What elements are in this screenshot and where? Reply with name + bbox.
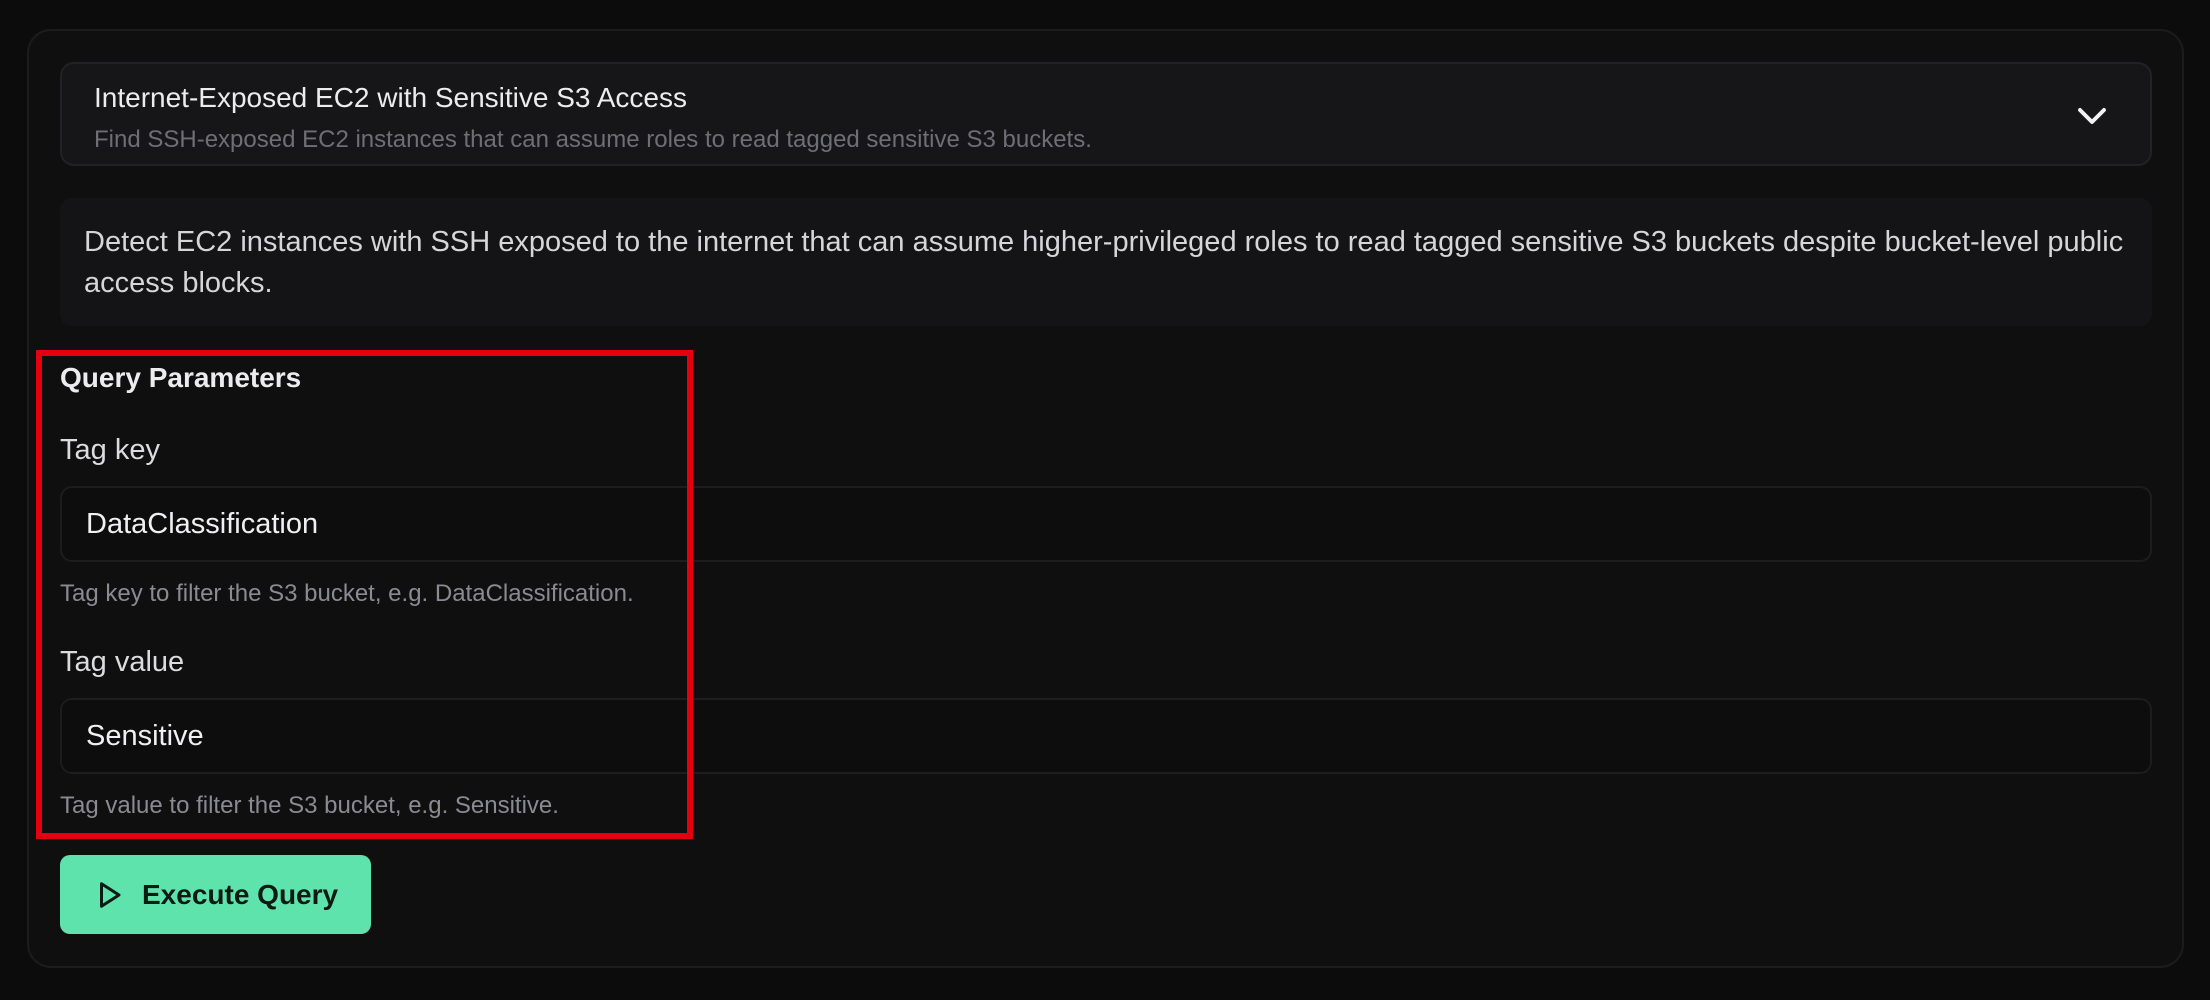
execute-query-button[interactable]: Execute Query bbox=[60, 855, 371, 934]
tag-value-input[interactable] bbox=[60, 698, 2152, 774]
tag-key-input[interactable] bbox=[60, 486, 2152, 562]
tag-key-help: Tag key to filter the S3 bucket, e.g. Da… bbox=[60, 580, 634, 607]
chevron-down-icon[interactable] bbox=[2074, 98, 2110, 134]
query-subtitle: Find SSH-exposed EC2 instances that can … bbox=[94, 126, 1092, 153]
tag-key-label: Tag key bbox=[60, 434, 160, 466]
query-description: Detect EC2 instances with SSH exposed to… bbox=[60, 198, 2152, 326]
query-selector[interactable]: Internet-Exposed EC2 with Sensitive S3 A… bbox=[60, 62, 2152, 166]
section-title: Query Parameters bbox=[60, 362, 302, 393]
tag-value-help: Tag value to filter the S3 bucket, e.g. … bbox=[60, 792, 559, 819]
play-icon bbox=[100, 881, 121, 908]
execute-query-label: Execute Query bbox=[142, 878, 339, 910]
query-title: Internet-Exposed EC2 with Sensitive S3 A… bbox=[94, 82, 687, 113]
tag-value-label: Tag value bbox=[60, 646, 185, 678]
